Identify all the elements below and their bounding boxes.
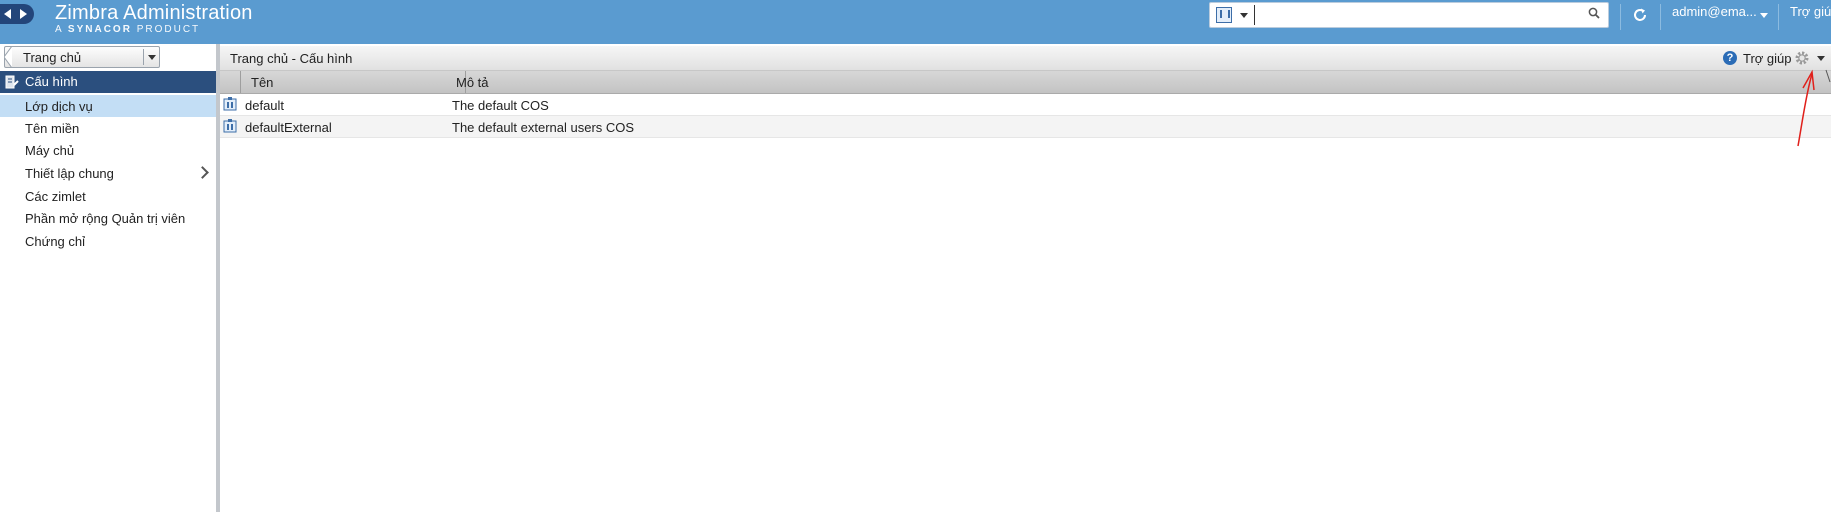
subtitle-brand: SYNACOR: [67, 24, 132, 35]
toolbar-divider: [1620, 4, 1621, 30]
app-subtitle: A SYNACOR PRODUCT: [55, 25, 253, 35]
search-icon[interactable]: [1588, 7, 1600, 19]
home-button-label: Trang chủ: [23, 50, 82, 65]
toolbar-divider: [1778, 4, 1779, 30]
home-dropdown-icon[interactable]: [148, 55, 156, 60]
search-type-icon[interactable]: [1216, 7, 1232, 23]
sidebar-item-label: Thiết lập chung: [25, 166, 114, 181]
column-header-description[interactable]: Mô tả: [446, 71, 1830, 93]
content-header: Trang chủ - Cấu hình ? Trợ giúp: [220, 46, 1831, 71]
app-title: Zimbra Administration: [55, 2, 253, 24]
sidebar-item-domains[interactable]: Tên miền: [0, 117, 216, 139]
home-button[interactable]: Trang chủ: [4, 46, 160, 68]
top-bar: Zimbra Administration A SYNACOR PRODUCT …: [0, 0, 1831, 44]
sidebar-section-config[interactable]: Cấu hình: [0, 71, 216, 93]
column-header-label: Mô tả: [456, 75, 489, 90]
sidebar-item-label: Chứng chỉ: [25, 234, 86, 249]
app-brand: Zimbra Administration A SYNACOR PRODUCT: [55, 1, 253, 35]
sidebar-item-label: Máy chủ: [25, 143, 75, 158]
sidebar-item-label: Lớp dịch vụ: [25, 99, 93, 114]
subtitle-suffix: PRODUCT: [136, 24, 201, 35]
back-notch-icon: [4, 46, 12, 68]
sidebar-section-label: Cấu hình: [25, 74, 78, 89]
table-header: Tên Mô tả: [220, 71, 1831, 94]
help-icon[interactable]: ?: [1723, 51, 1737, 65]
history-nav: [0, 4, 34, 24]
sidebar-item-servers[interactable]: Máy chủ: [0, 139, 216, 161]
cell-description: The default external users COS: [452, 120, 635, 135]
annotation-arrow: [1797, 69, 1831, 147]
sidebar-item-label: Phần mở rộng Quản trị viên: [25, 211, 186, 226]
search-type-dropdown-icon[interactable]: [1240, 13, 1248, 18]
cos-icon: [223, 119, 237, 133]
breadcrumb: Trang chủ - Cấu hình: [230, 51, 353, 66]
sidebar: Trang chủ Cấu hình Lớp dịch vụ Tên miền …: [0, 44, 220, 512]
refresh-icon[interactable]: [1630, 5, 1650, 25]
table-row[interactable]: defaultExternal The default external use…: [220, 116, 1831, 138]
home-button-divider: [143, 49, 144, 65]
icon-column-header: [220, 71, 241, 93]
gear-menu-dropdown-icon[interactable]: [1817, 56, 1825, 61]
config-icon: [5, 75, 19, 89]
forward-arrow-icon[interactable]: [20, 9, 27, 19]
main-content: Trang chủ - Cấu hình ? Trợ giúp Tên Mô t…: [220, 44, 1831, 512]
help-link[interactable]: Trợ giúp: [1743, 51, 1792, 66]
cell-description: The default COS: [452, 98, 549, 113]
cell-name: default: [245, 98, 285, 113]
sidebar-item-admin-extensions[interactable]: Phần mở rộng Quản trị viên: [0, 207, 216, 229]
sidebar-item-label: Tên miền: [25, 121, 80, 136]
sidebar-item-label: Các zimlet: [25, 189, 86, 204]
column-header-label: Tên: [251, 75, 274, 90]
user-menu-chevron-icon[interactable]: [1760, 13, 1768, 18]
search-box: [1209, 2, 1609, 28]
cos-icon: [223, 97, 237, 111]
sidebar-item-zimlets[interactable]: Các zimlet: [0, 185, 216, 207]
subtitle-prefix: A: [55, 24, 64, 35]
search-input[interactable]: [1254, 5, 1579, 25]
chevron-right-icon[interactable]: [196, 166, 209, 179]
toolbar-divider: [1660, 4, 1661, 30]
table-row[interactable]: default The default COS: [220, 94, 1831, 116]
sidebar-item-global-settings[interactable]: Thiết lập chung: [0, 162, 216, 184]
back-arrow-icon[interactable]: [4, 9, 11, 19]
sidebar-item-certificates[interactable]: Chứng chỉ: [0, 230, 216, 252]
top-help-link[interactable]: Trợ giúp: [1790, 4, 1831, 19]
cell-name: defaultExternal: [245, 120, 332, 135]
column-header-name[interactable]: Tên: [241, 71, 466, 93]
user-menu[interactable]: admin@ema...: [1672, 4, 1757, 19]
sidebar-item-cos[interactable]: Lớp dịch vụ: [0, 95, 216, 117]
